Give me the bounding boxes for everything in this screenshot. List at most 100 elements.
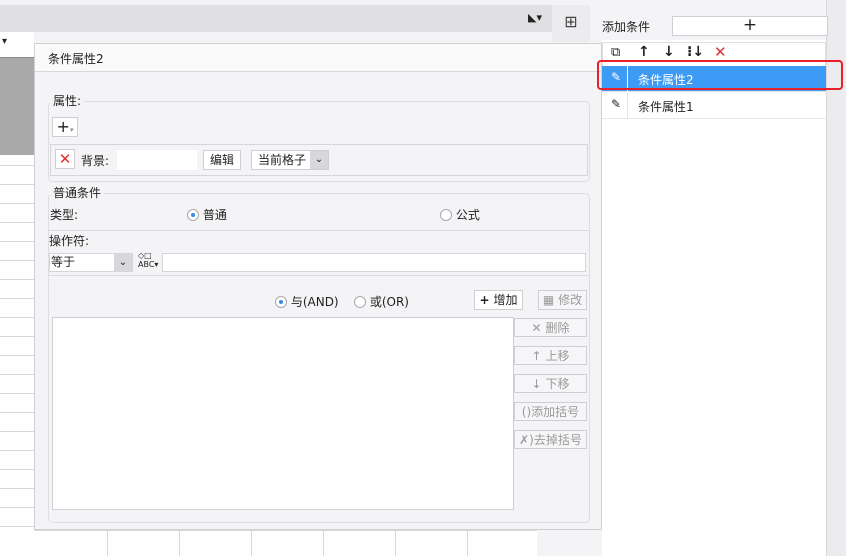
grid-line bbox=[179, 530, 180, 556]
plus-icon: + bbox=[56, 117, 70, 136]
radio-checked-icon bbox=[187, 209, 199, 221]
radio-icon bbox=[354, 296, 366, 308]
background-label: 背景: bbox=[81, 154, 110, 168]
move-up-button[interactable]: ↑ 上移 bbox=[514, 346, 587, 365]
scope-value: 当前格子 bbox=[258, 153, 307, 167]
divider bbox=[49, 275, 589, 276]
grid-line bbox=[107, 530, 108, 556]
arrow-up-icon: ↑ bbox=[531, 349, 542, 363]
add-paren-button[interactable]: ()添加括号 bbox=[514, 402, 587, 421]
value-input[interactable] bbox=[162, 253, 586, 272]
grid-line bbox=[467, 530, 468, 556]
grid-line bbox=[323, 530, 324, 556]
grid-line bbox=[0, 298, 34, 299]
item-label: 条件属性1 bbox=[638, 100, 694, 114]
grid-line bbox=[0, 488, 34, 489]
delete-icon[interactable]: ✕ bbox=[714, 43, 727, 61]
operator-label: 操作符: bbox=[49, 234, 90, 248]
grid-line bbox=[0, 336, 34, 337]
down-label: 下移 bbox=[545, 377, 570, 391]
background-preview[interactable] bbox=[117, 150, 197, 170]
chevron-down-icon: ⌄ bbox=[114, 254, 132, 271]
delete-label: 删除 bbox=[545, 321, 570, 335]
pencil-icon: ✎ bbox=[611, 97, 622, 111]
sheet-grid bbox=[34, 530, 537, 556]
grid-line bbox=[0, 526, 34, 527]
radio-icon bbox=[440, 209, 452, 221]
grid-line bbox=[0, 260, 34, 261]
modify-label: 修改 bbox=[558, 293, 583, 307]
add-condition-button[interactable]: + bbox=[672, 16, 828, 36]
grid-line bbox=[0, 279, 34, 280]
add-paren-label: 添加括号 bbox=[531, 405, 580, 419]
type-formula-label: 公式 bbox=[455, 208, 480, 222]
or-label: 或(OR) bbox=[369, 295, 409, 309]
type-formula-radio[interactable]: 公式 bbox=[440, 206, 480, 223]
condition-legend: 普通条件 bbox=[50, 184, 105, 201]
list-item[interactable]: ✎ 条件属性1 bbox=[602, 93, 826, 119]
move-bottom-icon[interactable]: ⁝↓ bbox=[687, 44, 704, 60]
add-condition-button[interactable]: + 增加 bbox=[474, 290, 523, 310]
modify-button[interactable]: ▦ 修改 bbox=[538, 290, 587, 310]
and-label: 与(AND) bbox=[290, 295, 339, 309]
radio-checked-icon bbox=[275, 296, 287, 308]
grid-line bbox=[251, 530, 252, 556]
operator-value: 等于 bbox=[51, 255, 76, 269]
grid-line bbox=[0, 450, 34, 451]
dialog-title: 条件属性2 bbox=[35, 44, 601, 72]
move-down-icon[interactable]: ↓ bbox=[663, 44, 675, 60]
grid-line bbox=[0, 393, 34, 394]
grid-line bbox=[0, 165, 34, 166]
and-radio[interactable]: 与(AND) bbox=[275, 293, 339, 310]
value-type-icon[interactable]: ◇□ ABC▾ bbox=[138, 251, 158, 269]
highlight-box bbox=[597, 60, 843, 90]
arrow-down-icon: ↓ bbox=[531, 377, 542, 391]
grid-line bbox=[0, 469, 34, 470]
condition-list[interactable] bbox=[52, 317, 514, 510]
grid-line bbox=[0, 355, 34, 356]
grid-line bbox=[0, 374, 34, 375]
grid-line bbox=[0, 222, 34, 223]
grid-line bbox=[0, 317, 34, 318]
grid-line bbox=[0, 412, 34, 413]
type-normal-label: 普通 bbox=[202, 208, 227, 222]
divider bbox=[627, 93, 628, 119]
move-up-icon[interactable]: ↑ bbox=[638, 44, 650, 60]
parentheses-icon: () bbox=[521, 405, 532, 419]
plus-icon: + bbox=[479, 293, 490, 307]
grid-line bbox=[395, 530, 396, 556]
plus-icon: + bbox=[742, 15, 758, 35]
grid-line bbox=[0, 507, 34, 508]
layout-panel-button[interactable]: ⊞ bbox=[552, 5, 590, 42]
remove-attribute-button[interactable]: ✕ bbox=[55, 149, 75, 169]
condition-dialog: 条件属性2 属性: +▾ ✕ 背景: 编辑 当前格子 ⌄ 普通条件 类型: 普通 … bbox=[34, 43, 602, 530]
grid-line bbox=[0, 203, 34, 204]
format-dropdown-icon[interactable]: ◣▾ bbox=[528, 11, 542, 24]
grid-line bbox=[0, 241, 34, 242]
close-icon: ✕ bbox=[531, 321, 542, 335]
attributes-legend: 属性: bbox=[50, 92, 85, 109]
close-icon: ✕ bbox=[58, 150, 72, 168]
delete-button[interactable]: ✕ 删除 bbox=[514, 318, 587, 337]
ruler bbox=[0, 57, 34, 155]
edit-button[interactable]: 编辑 bbox=[203, 150, 241, 170]
grid-line bbox=[0, 184, 34, 185]
or-radio[interactable]: 或(OR) bbox=[354, 293, 409, 310]
remove-paren-button[interactable]: ✗)去掉括号 bbox=[514, 430, 587, 449]
up-label: 上移 bbox=[545, 349, 570, 363]
remove-parentheses-icon: ✗) bbox=[519, 433, 534, 447]
add-attribute-button[interactable]: +▾ bbox=[52, 117, 78, 137]
dropdown-icon[interactable]: ▾ bbox=[2, 36, 7, 47]
operator-select[interactable]: 等于 ⌄ bbox=[49, 253, 133, 272]
add-label: 增加 bbox=[493, 293, 518, 307]
type-normal-radio[interactable]: 普通 bbox=[187, 206, 227, 223]
scope-select[interactable]: 当前格子 ⌄ bbox=[251, 150, 329, 170]
type-label: 类型: bbox=[50, 208, 79, 222]
move-down-button[interactable]: ↓ 下移 bbox=[514, 374, 587, 393]
toolbar bbox=[0, 5, 552, 32]
copy-icon[interactable]: ⧉ bbox=[611, 45, 620, 60]
chevron-down-icon: ⌄ bbox=[310, 151, 328, 169]
add-condition-label: 添加条件 bbox=[602, 20, 651, 34]
divider bbox=[49, 230, 589, 231]
modify-icon: ▦ bbox=[542, 293, 555, 307]
